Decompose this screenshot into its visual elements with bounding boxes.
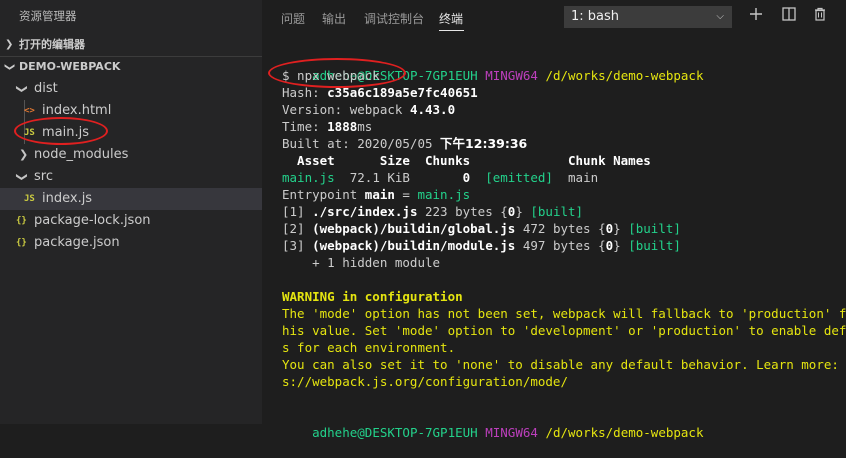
warning-line: The 'mode' option has not been set, webp… [282,306,846,321]
module-path: ./src/index.js [312,204,418,219]
warning-line: s://webpack.js.org/configuration/mode/ [282,374,568,389]
built-label: Built at: 2020/05/05 [282,136,441,151]
module-line: [3] (webpack)/buildin/module.js 497 byte… [282,237,681,254]
tab-debug-console[interactable]: 调试控制台 [364,10,424,27]
project-label: DEMO-WEBPACK [19,60,121,73]
time-line: Time: 1888ms [282,118,372,135]
module-tag: [built] [628,221,681,236]
prompt-line: adhehe@DESKTOP-7GP1EUH MINGW64 /d/works/… [282,407,703,440]
asset-name: main.js [282,170,335,185]
tree-item-label: node_modules [34,147,129,162]
module-path: (webpack)/buildin/global.js [312,221,516,236]
built-value: 下午12:39:36 [440,136,528,151]
time-unit: ms [357,119,373,134]
module-size: 472 bytes { [515,221,606,236]
trash-icon[interactable] [810,4,830,28]
version-label: Version: webpack [282,102,410,117]
explorer-title: 资源管理器 [19,9,77,23]
chevron-right-icon: ❯ [5,39,14,50]
module-end: } [613,238,629,253]
project-section[interactable]: ❯ DEMO-WEBPACK [0,56,262,78]
asset-emitted: [emitted] [485,170,553,185]
tree-item-label: dist [34,81,58,96]
tree-item-src[interactable]: ❯ src [0,166,262,188]
split-terminal-icon[interactable] [779,4,799,28]
module-end: } [613,221,629,236]
module-end: } [515,204,531,219]
entry-label: Entrypoint [282,187,365,202]
chevron-down-icon: ❯ [4,62,16,72]
time-value: 1888 [327,119,358,134]
prompt-path: /d/works/demo-webpack [545,68,704,83]
tab-output[interactable]: 输出 [322,10,346,27]
prompt-env: MINGW64 [485,68,538,83]
chevron-down-icon: ❯ [15,84,29,94]
active-tab-indicator [439,30,464,31]
entry-file: main.js [417,187,471,202]
entry-main: main [364,187,395,202]
asset-row: main.js 72.1 KiB 0 [emitted] main [282,169,598,186]
js-file-icon: JS [24,194,35,204]
open-editors-label: 打开的编辑器 [19,38,85,51]
module-size: 497 bytes { [515,238,606,253]
terminal-select-value: 1: bash [571,9,620,24]
tree-item-label: package-lock.json [34,213,151,228]
asset-size: 72.1 KiB [334,170,463,185]
warning-line: s for each environment. [282,340,456,355]
tree-item-label: package.json [34,235,120,250]
terminal-select[interactable]: 1: bash ⌵ [564,6,732,28]
tree-item-dist[interactable]: ❯ dist [0,78,262,100]
asset-table-header: Asset Size Chunks Chunk Names [282,153,651,168]
tab-problems[interactable]: 问题 [281,10,305,27]
warning-line: his value. Set 'mode' option to 'develop… [282,323,846,338]
prompt-path: /d/works/demo-webpack [545,425,704,440]
module-path: (webpack)/buildin/module.js [312,238,516,253]
json-file-icon: {} [16,216,27,226]
open-editors-section[interactable]: ❯ 打开的编辑器 [0,34,262,56]
module-id: [3] [282,238,313,253]
tree-item-index-js[interactable]: JS index.js [0,188,262,210]
chevron-down-icon: ⌵ [716,11,724,22]
json-file-icon: {} [16,238,27,248]
hidden-modules-line: + 1 hidden module [282,255,441,270]
prompt-env: MINGW64 [485,425,538,440]
tree-item-package-lock-json[interactable]: {} package-lock.json [0,210,262,232]
tree-item-label: src [34,169,53,184]
warning-line: You can also set it to 'none' to disable… [282,357,846,372]
tab-terminal[interactable]: 终端 [439,10,463,27]
tree-item-package-json[interactable]: {} package.json [0,232,262,254]
entry-eq: = [394,187,418,202]
asset-chunkname: main [568,170,599,185]
version-value: 4.43.0 [409,102,456,117]
explorer-sidebar: 资源管理器 ❯ 打开的编辑器 ❯ DEMO-WEBPACK ❯ dist <> … [0,0,262,424]
add-terminal-icon[interactable] [746,4,766,28]
panel-header: 问题 输出 调试控制台 终端 1: bash ⌵ [262,0,846,35]
warning-title: WARNING in configuration [282,289,463,304]
version-line: Version: webpack 4.43.0 [282,101,455,118]
asset-chunk: 0 [462,170,471,185]
module-id: [2] [282,221,313,236]
annotation-circle-command [268,58,406,88]
module-line: [1] ./src/index.js 223 bytes {0} [built] [282,203,583,220]
chevron-right-icon: ❯ [19,148,29,161]
module-id: [1] [282,204,313,219]
built-line: Built at: 2020/05/05 下午12:39:36 [282,135,527,152]
tree-item-node-modules[interactable]: ❯ node_modules [0,144,262,166]
entrypoint-line: Entrypoint main = main.js [282,186,470,203]
module-tag: [built] [628,238,681,253]
chevron-down-icon: ❯ [15,172,29,182]
time-label: Time: [282,119,328,134]
module-tag: [built] [530,204,584,219]
tree-item-label: index.js [42,191,93,206]
module-size: 223 bytes { [417,204,508,219]
prompt-user: adhehe@DESKTOP-7GP1EUH [312,425,478,440]
module-line: [2] (webpack)/buildin/global.js 472 byte… [282,220,681,237]
annotation-circle-main-js [14,117,108,145]
